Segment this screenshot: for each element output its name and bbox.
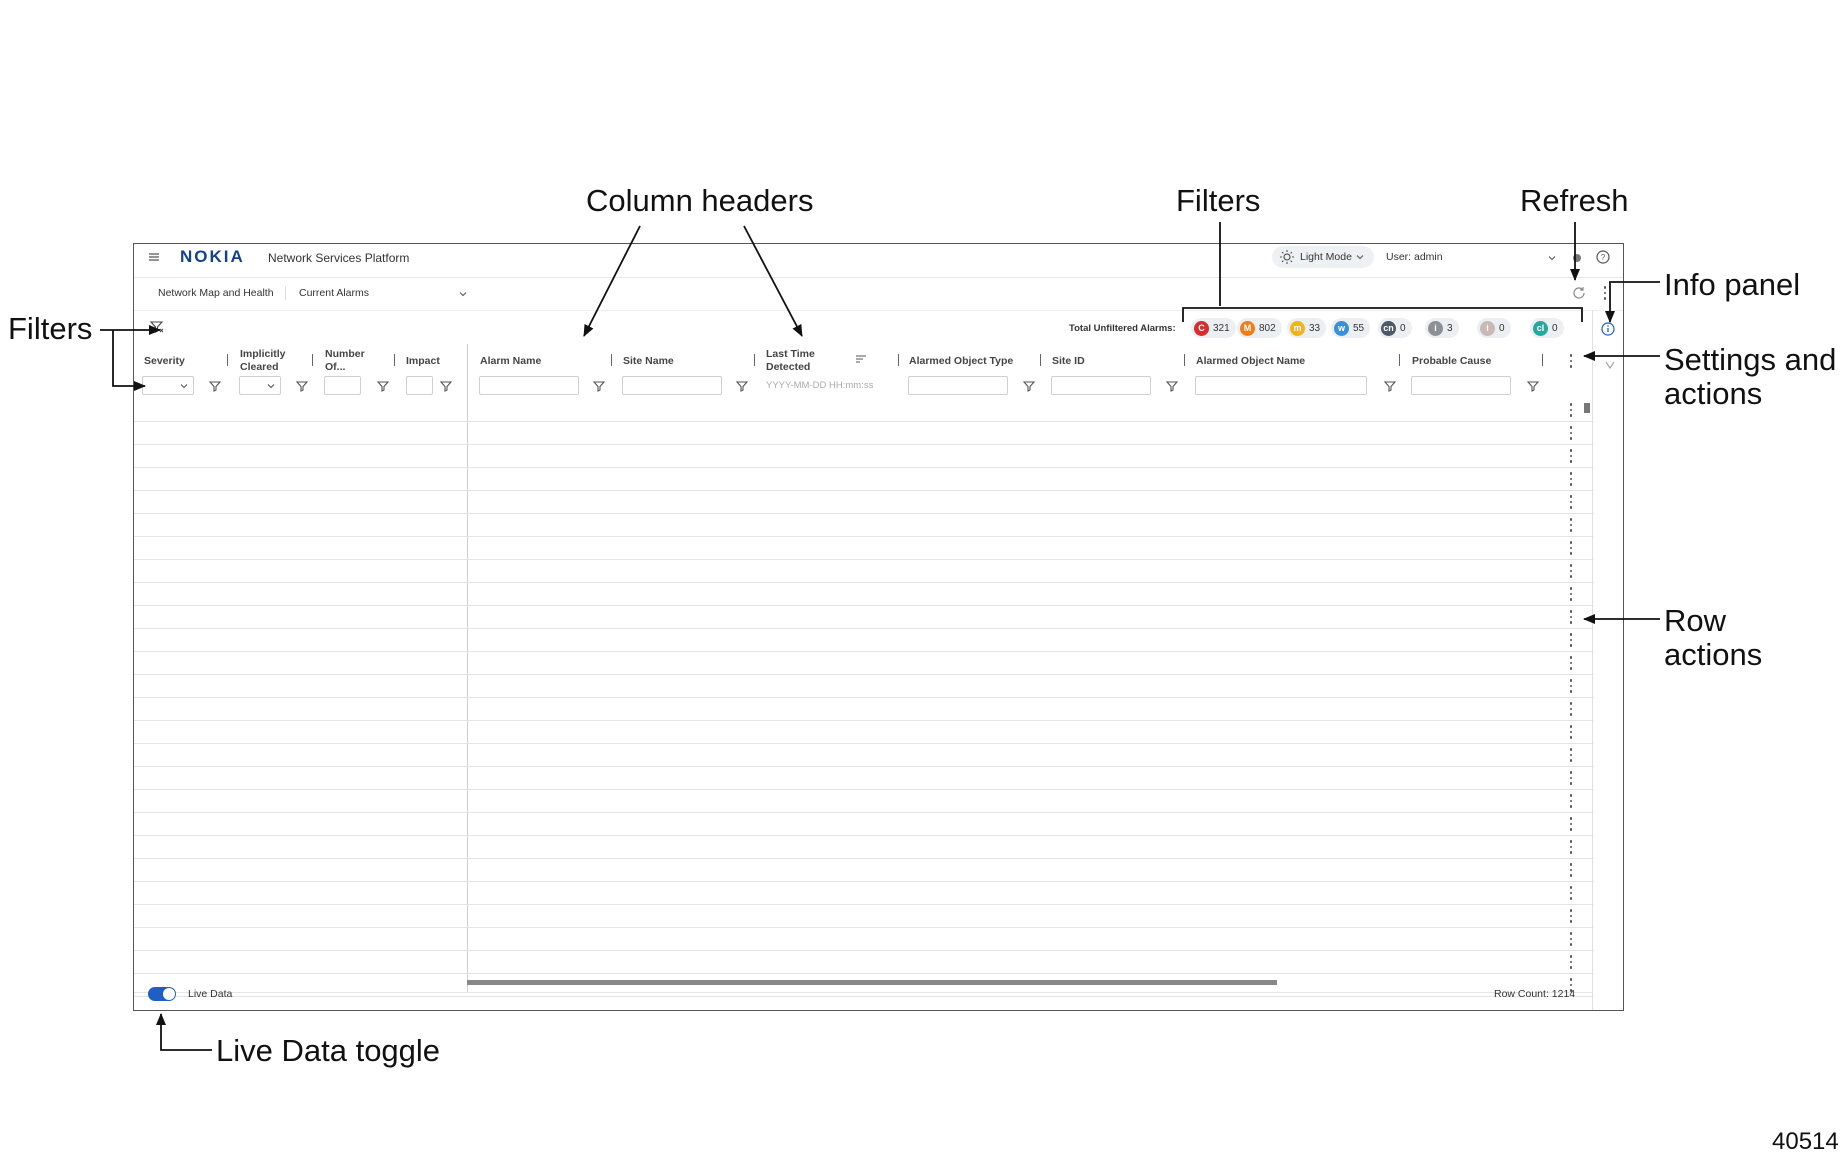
arrow-column-header-1 (583, 225, 641, 337)
arrow-filters-left-2 (112, 330, 146, 391)
callout-arrows (100, 222, 1660, 1051)
bracket-filters-top (1182, 222, 1583, 322)
arrow-live-data (156, 1013, 212, 1051)
arrow-info-panel (1605, 281, 1660, 323)
arrow-column-header-2 (743, 225, 803, 337)
